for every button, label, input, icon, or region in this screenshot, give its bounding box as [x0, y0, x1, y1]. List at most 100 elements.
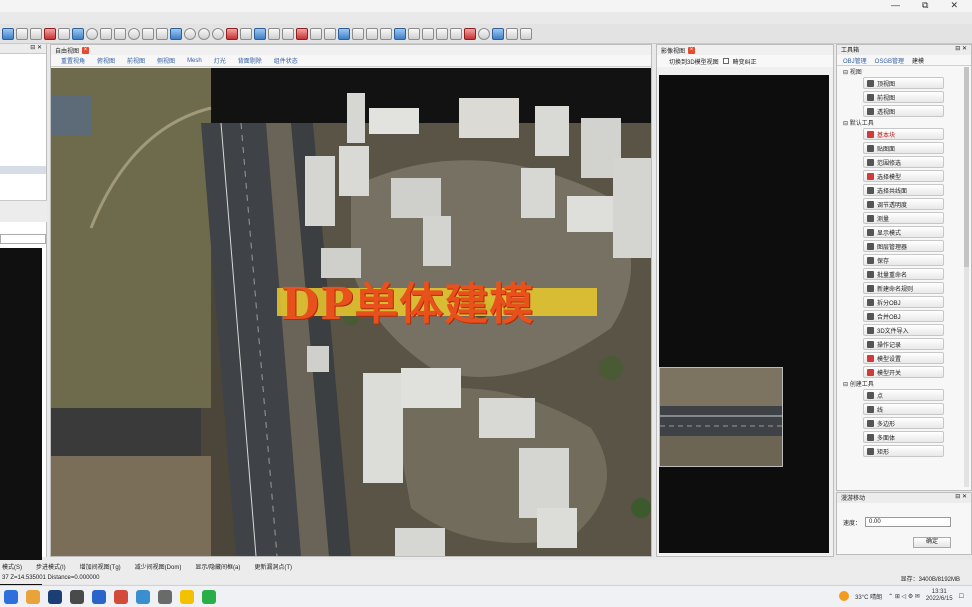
point-tool-icon[interactable] [44, 27, 56, 40]
tool-measure[interactable]: 测量 [863, 212, 944, 224]
chrome-icon[interactable] [26, 589, 40, 604]
export-tool-icon[interactable] [520, 27, 532, 40]
move-tool-icon[interactable] [16, 27, 28, 40]
align-tool-icon[interactable] [254, 27, 266, 40]
polyline-tool-icon[interactable] [100, 27, 112, 40]
tab-reset-view[interactable]: 重置视角 [61, 56, 85, 65]
record-tool-icon[interactable] [464, 27, 476, 40]
node-tool-icon[interactable] [296, 27, 308, 40]
tray-icons[interactable]: ⌃ ⊞ ◁ ⚙ ✉ [888, 593, 920, 600]
toolbox-pin-icon[interactable]: ⊟ ✕ [955, 45, 967, 55]
tool-transparency[interactable]: 调节透明度 [863, 198, 944, 210]
start-menu-icon[interactable] [4, 589, 18, 604]
tab-lighting[interactable]: 灯光 [214, 56, 226, 65]
confirm-button[interactable]: 确定 [913, 537, 951, 548]
close-button[interactable]: ✕ [950, 0, 958, 11]
wechat-icon[interactable] [202, 589, 216, 604]
image-view-canvas[interactable] [659, 75, 829, 553]
tool-polygon[interactable]: 多边形 [863, 417, 944, 429]
crop-tool-icon[interactable] [506, 27, 518, 40]
switch-3d-view-option[interactable]: 切换到3D模型视图 [669, 57, 719, 66]
ring-tool-icon[interactable] [128, 27, 140, 40]
weather-text[interactable]: 33°C 晴朗 [855, 592, 882, 601]
3d-scene-viewport[interactable]: DP单体建模 [51, 68, 651, 556]
paint-tool-icon[interactable] [422, 27, 434, 40]
tool-save[interactable]: 保存 [863, 254, 944, 266]
app-icon[interactable] [70, 589, 84, 604]
tool-front-view[interactable]: 前视图 [863, 91, 944, 103]
shade-tool-icon[interactable] [212, 27, 224, 40]
tool-display-mode[interactable]: 显示模式 [863, 226, 944, 238]
tab-osgb-manage[interactable]: OSGB管理 [875, 56, 904, 65]
toolbox-scrollbar[interactable] [964, 67, 969, 487]
tool-basic-block[interactable]: 基本块 [863, 128, 944, 140]
speed-input[interactable]: 0.00 [865, 517, 952, 527]
tab-top-view[interactable]: 俯视图 [97, 56, 115, 65]
left-panel-input[interactable] [0, 234, 46, 244]
grid-tool-icon[interactable] [240, 27, 252, 40]
tool-perspective-view[interactable]: 透视图 [863, 105, 944, 117]
roam-pin-icon[interactable]: ⊟ ✕ [955, 493, 967, 503]
tab-component-state[interactable]: 组件状态 [274, 56, 298, 65]
free-view-close-icon[interactable]: × [82, 46, 90, 54]
tool-merge-obj[interactable]: 合并OBJ [863, 310, 944, 322]
maximize-button[interactable]: ⧉ [922, 0, 928, 11]
measure-tool-icon[interactable] [450, 27, 462, 40]
tool-layer-manager[interactable]: 图层管理器 [863, 240, 944, 252]
group-default-tools[interactable]: ⊟ 默认工具 [837, 117, 971, 127]
group-view[interactable]: ⊟ 视图 [837, 66, 971, 76]
photoshop-icon[interactable] [48, 589, 62, 604]
line-tool-icon[interactable] [58, 27, 70, 40]
folder-icon[interactable] [180, 589, 194, 604]
tool-line[interactable]: 线 [863, 403, 944, 415]
tab-backface-culling[interactable]: 背面剔除 [238, 56, 262, 65]
tool-model-toggle[interactable]: 模型开关 [863, 366, 944, 378]
tool-naming-rule[interactable]: 新建命名规则 [863, 282, 944, 294]
tool-top-view[interactable]: 顶视图 [863, 77, 944, 89]
app-icon[interactable] [92, 589, 106, 604]
minimize-button[interactable]: — [891, 0, 900, 11]
layer-tool-icon[interactable] [72, 27, 84, 40]
box-tool-icon[interactable] [156, 27, 168, 40]
sphere-tool-icon[interactable] [184, 27, 196, 40]
notification-icon[interactable]: ☐ [959, 593, 964, 600]
tool-polyhedron[interactable]: 多面体 [863, 431, 944, 443]
tab-side-view[interactable]: 侧视图 [157, 56, 175, 65]
tool-texture-face[interactable]: 贴图面 [863, 142, 944, 154]
cylinder-tool-icon[interactable] [198, 27, 210, 40]
toolbox-scroll-thumb[interactable] [964, 67, 969, 267]
plane-tool-icon[interactable] [170, 27, 182, 40]
chart-tool-icon[interactable] [408, 27, 420, 40]
tab-mesh[interactable]: Mesh [187, 58, 202, 64]
cut-tool-icon[interactable] [30, 27, 42, 40]
material-tool-icon[interactable] [436, 27, 448, 40]
circle-tool-icon[interactable] [86, 27, 98, 40]
left-panel-selected-row[interactable] [0, 166, 46, 174]
app-icon[interactable] [158, 589, 172, 604]
fit-tool-icon[interactable] [394, 27, 406, 40]
rotate-tool-icon[interactable] [310, 27, 322, 40]
tool-select-coplanar[interactable]: 选择共线面 [863, 184, 944, 196]
search-tool-icon[interactable] [478, 27, 490, 40]
tool-model-settings[interactable]: 模型设置 [863, 352, 944, 364]
tool-rectangle[interactable]: 矩形 [863, 445, 944, 457]
image-view-close-icon[interactable]: × [688, 46, 696, 54]
link-tool-icon[interactable] [492, 27, 504, 40]
tool-select-model[interactable]: 选择模型 [863, 170, 944, 182]
tool-3d-import[interactable]: 3D文件导入 [863, 324, 944, 336]
group-create-tools[interactable]: ⊟ 创建工具 [837, 378, 971, 388]
tool-batch-rename[interactable]: 批量重命名 [863, 268, 944, 280]
mirror-tool-icon[interactable] [338, 27, 350, 40]
snap-tool-icon[interactable] [268, 27, 280, 40]
app-icon[interactable] [136, 589, 150, 604]
scale-tool-icon[interactable] [324, 27, 336, 40]
undo-tool-icon[interactable] [380, 27, 392, 40]
texture-tool-icon[interactable] [226, 27, 238, 40]
split-tool-icon[interactable] [282, 27, 294, 40]
tab-front-view[interactable]: 前视图 [127, 56, 145, 65]
cursor-tool-icon[interactable] [366, 27, 378, 40]
distortion-checkbox[interactable] [722, 58, 729, 64]
select-tool-icon[interactable] [2, 27, 14, 40]
photo-thumbnail[interactable] [659, 367, 783, 467]
tool-point[interactable]: 点 [863, 389, 944, 401]
